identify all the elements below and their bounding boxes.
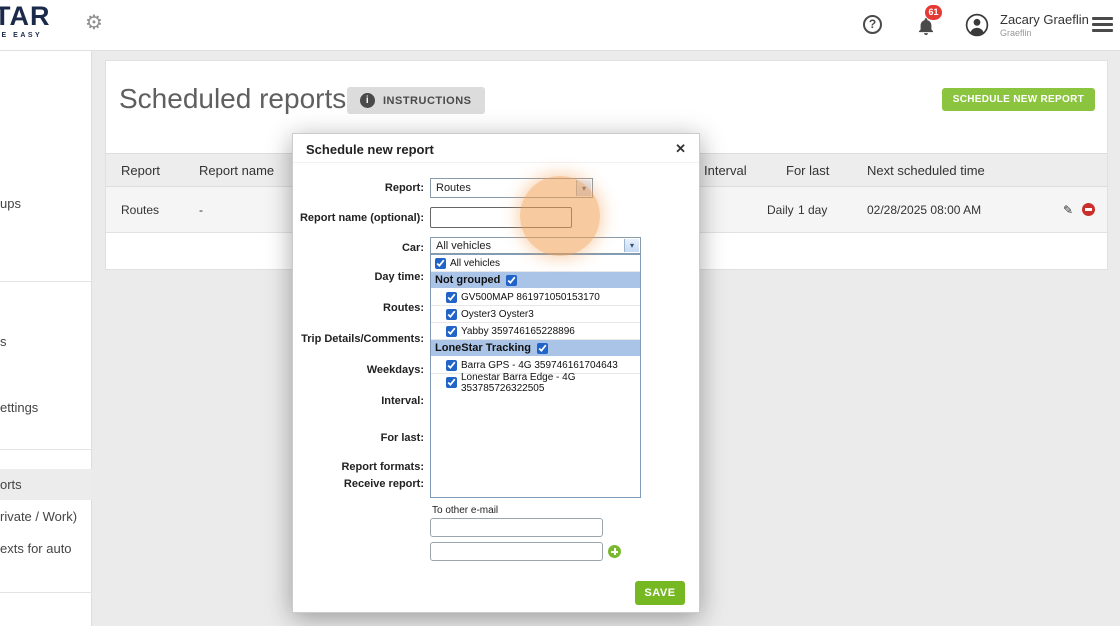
logo-text: TAR <box>0 1 51 31</box>
vehicle-option-label: Yabby 359746165228896 <box>461 325 575 337</box>
weekdays-label: Weekdays: <box>366 364 424 376</box>
vehicle-option[interactable]: Yabby 359746165228896 <box>431 323 640 340</box>
edit-pencil-icon[interactable]: ✎ <box>1063 203 1073 217</box>
chevron-down-icon: ▾ <box>624 239 639 252</box>
sidebar-divider <box>0 592 92 593</box>
to-other-email-label: To other e-mail <box>432 505 499 516</box>
sidebar-divider <box>0 281 92 282</box>
notification-badge: 61 <box>925 5 942 20</box>
vehicle-option[interactable]: GV500MAP 861971050153170 <box>431 289 640 306</box>
info-icon: i <box>360 93 375 108</box>
report-name-input[interactable] <box>430 207 572 228</box>
vehicle-checkbox[interactable] <box>446 377 457 388</box>
vehicle-option[interactable]: Lonestar Barra Edge - 4G 353785726322505 <box>431 371 640 394</box>
vehicle-option-label: All vehicles <box>450 257 501 269</box>
sidebar-item-texts-for-auto[interactable]: exts for auto <box>0 541 72 556</box>
vehicle-option[interactable]: Oyster3 Oyster3 <box>431 306 640 323</box>
vehicle-option-all[interactable]: All vehicles <box>431 255 640 272</box>
col-for-last: For last <box>786 163 830 178</box>
sidebar-item-2[interactable]: s <box>0 334 7 349</box>
page-title: Scheduled reports <box>119 83 347 114</box>
vehicle-option-label: Oyster3 Oyster3 <box>461 308 534 320</box>
sidebar-item-reports[interactable]: orts <box>0 477 22 492</box>
sidebar: ups s ettings orts rivate / Work) exts f… <box>0 51 92 626</box>
add-email-plus-icon[interactable] <box>608 545 621 558</box>
modal-title: Schedule new report <box>306 142 434 157</box>
vehicle-option-label: Barra GPS - 4G 359746161704643 <box>461 359 618 371</box>
logo-tagline: DE EASY <box>0 32 43 39</box>
vehicle-option-label: GV500MAP 861971050153170 <box>461 291 600 303</box>
col-report-name: Report name <box>199 163 275 178</box>
col-interval: Interval <box>704 163 747 178</box>
cell-report-name: - <box>199 203 203 217</box>
logo: TAR DE EASY <box>0 1 51 40</box>
vehicle-listbox: All vehicles Not grouped GV500MAP 861971… <box>430 254 641 498</box>
vehicle-group-label: LoneStar Tracking <box>435 342 531 354</box>
report-name-label: Report name (optional): <box>299 212 424 224</box>
interval-label: Interval: <box>381 395 424 407</box>
sidebar-divider <box>0 449 92 450</box>
schedule-new-report-button[interactable]: SCHEDULE NEW REPORT <box>941 88 1095 111</box>
vehicle-group-not-grouped[interactable]: Not grouped <box>431 272 640 289</box>
close-icon[interactable]: ✕ <box>675 141 686 157</box>
report-label: Report: <box>384 182 424 194</box>
cell-for-last: 1 day <box>798 203 828 217</box>
schedule-new-report-modal: Schedule new report ✕ Report: Report nam… <box>292 133 700 613</box>
vehicle-group-lonestar-tracking[interactable]: LoneStar Tracking <box>431 340 640 357</box>
sidebar-item-private-work[interactable]: rivate / Work) <box>0 509 77 524</box>
car-label: Car: <box>401 242 424 254</box>
user-subtitle: Graeflin <box>1000 28 1032 38</box>
vehicle-group-label: Not grouped <box>435 274 501 286</box>
vehicle-checkbox[interactable] <box>446 291 457 303</box>
chevron-down-icon: ▾ <box>576 180 591 196</box>
vehicle-option-label: Lonestar Barra Edge - 4G 353785726322505 <box>461 371 576 394</box>
instructions-button[interactable]: i INSTRUCTIONS <box>347 87 485 114</box>
instructions-button-label: INSTRUCTIONS <box>383 94 472 107</box>
user-avatar-icon[interactable] <box>965 13 989 37</box>
report-select-value: Routes <box>436 182 471 194</box>
additional-email-input[interactable] <box>430 542 603 561</box>
app-page: TAR DE EASY ⚙ ? 61 Zacary Graeflin Graef… <box>0 0 1120 626</box>
modal-divider <box>293 162 699 163</box>
day-time-label: Day time: <box>374 271 424 283</box>
settings-gear-icon[interactable]: ⚙ <box>85 13 103 33</box>
car-select[interactable]: All vehicles ▾ <box>430 237 641 254</box>
vehicle-checkbox[interactable] <box>446 308 457 320</box>
user-name: Zacary Graeflin <box>1000 12 1089 27</box>
cell-report: Routes <box>121 203 160 217</box>
cell-next-scheduled-time: 02/28/2025 08:00 AM <box>867 203 982 217</box>
vehicle-checkbox[interactable] <box>435 257 446 269</box>
vehicle-checkbox[interactable] <box>446 359 457 371</box>
delete-icon[interactable] <box>1082 203 1095 216</box>
receive-report-label: Receive report: <box>343 478 424 490</box>
group-checkbox[interactable] <box>536 342 548 354</box>
routes-label: Routes: <box>383 302 424 314</box>
cell-interval: Daily <box>767 203 794 217</box>
notifications-bell-icon[interactable]: 61 <box>916 5 942 38</box>
vehicle-checkbox[interactable] <box>446 325 457 337</box>
sidebar-item-groups[interactable]: ups <box>0 196 21 211</box>
save-button[interactable]: SAVE <box>635 581 685 605</box>
sidebar-item-settings[interactable]: ettings <box>0 400 38 415</box>
trip-details-label: Trip Details/Comments: <box>301 333 424 345</box>
help-icon[interactable]: ? <box>863 15 882 34</box>
col-next-scheduled-time: Next scheduled time <box>867 163 985 178</box>
car-select-value: All vehicles <box>436 239 492 252</box>
for-last-label: For last: <box>380 432 424 444</box>
report-formats-label: Report formats: <box>341 461 424 473</box>
col-report: Report <box>121 163 161 178</box>
group-checkbox[interactable] <box>506 274 518 286</box>
hamburger-menu-icon[interactable] <box>1092 17 1113 32</box>
other-email-input[interactable] <box>430 518 603 537</box>
report-select[interactable]: Routes ▾ <box>430 178 593 198</box>
top-bar: TAR DE EASY ⚙ ? 61 Zacary Graeflin Graef… <box>0 0 1120 51</box>
